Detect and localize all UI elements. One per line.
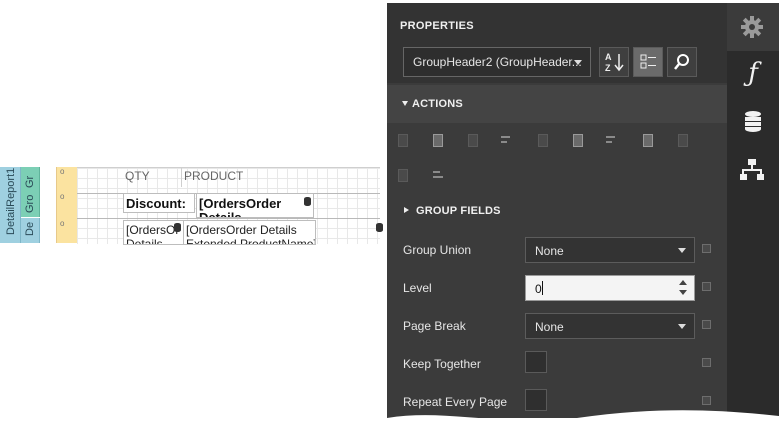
size-to-grid-icon[interactable] bbox=[643, 134, 653, 147]
properties-panel: PROPERTIES GroupHeader2 (GroupHeader... … bbox=[387, 3, 727, 418]
repeat-every-page-label: Repeat Every Page bbox=[403, 395, 508, 409]
align-left-icon[interactable] bbox=[398, 134, 408, 147]
band-marker-strip: o o o bbox=[56, 167, 78, 243]
settings-tab[interactable] bbox=[727, 3, 779, 51]
center-horizontally-icon[interactable] bbox=[678, 134, 688, 147]
orders-field-text: [OrdersOrder bbox=[199, 196, 282, 211]
group-union-value: None bbox=[535, 244, 564, 258]
align-middle-icon[interactable] bbox=[538, 134, 548, 147]
level-spin-input[interactable]: 0 bbox=[525, 275, 695, 301]
caret-right-icon[interactable] bbox=[404, 207, 409, 213]
spin-down-icon[interactable] bbox=[679, 290, 687, 295]
actions-section-label: ACTIONS bbox=[412, 98, 463, 110]
detail-field-2-text-line2: Extended.ProductName] bbox=[186, 237, 316, 245]
align-bottom-icon[interactable] bbox=[606, 136, 615, 138]
properties-header: PROPERTIES GroupHeader2 (GroupHeader... … bbox=[387, 3, 727, 83]
report-explorer-icon[interactable] bbox=[740, 158, 764, 187]
categorized-icon bbox=[640, 54, 656, 69]
component-selector-value: GroupHeader2 (GroupHeader... bbox=[413, 55, 582, 69]
product-header[interactable]: PRODUCT bbox=[184, 169, 243, 183]
paste-icon[interactable] bbox=[573, 134, 583, 147]
detail-band-strip[interactable]: De bbox=[21, 218, 40, 243]
discount-label[interactable]: Discount: bbox=[123, 193, 195, 213]
database-field-icon bbox=[304, 197, 311, 206]
group-band-label-b: Gr bbox=[24, 175, 36, 188]
align-top-icon[interactable] bbox=[501, 136, 510, 138]
group-fields-section-label[interactable]: GROUP FIELDS bbox=[416, 205, 501, 217]
database-icon[interactable] bbox=[743, 110, 763, 139]
orders-field-text-line2: Details bbox=[199, 210, 242, 218]
component-selector[interactable]: GroupHeader2 (GroupHeader... bbox=[403, 47, 591, 77]
properties-title: PROPERTIES bbox=[400, 20, 474, 32]
property-marker[interactable] bbox=[702, 358, 711, 367]
property-marker[interactable] bbox=[702, 396, 711, 405]
gear-icon bbox=[741, 16, 763, 38]
sort-alphabetical-button[interactable]: A Z bbox=[599, 47, 629, 77]
svg-text:A: A bbox=[605, 52, 612, 62]
group-union-select[interactable]: None bbox=[525, 237, 695, 263]
orders-field-box[interactable]: [OrdersOrder Details bbox=[196, 193, 314, 218]
page-break-select[interactable]: None bbox=[525, 313, 695, 339]
chevron-down-icon bbox=[678, 324, 686, 329]
text-cursor bbox=[542, 281, 543, 295]
detail-field-1[interactable]: [OrdersOr Details bbox=[123, 220, 184, 245]
search-button[interactable] bbox=[667, 47, 697, 77]
group-band-label-a: Gro bbox=[24, 194, 36, 213]
detail-field-2[interactable]: [OrdersOrder Details Extended.ProductNam… bbox=[183, 220, 316, 245]
group-union-label: Group Union bbox=[403, 243, 472, 257]
database-field-icon bbox=[174, 223, 181, 232]
page-break-value: None bbox=[535, 320, 564, 334]
keep-together-label: Keep Together bbox=[403, 357, 481, 371]
property-marker[interactable] bbox=[702, 282, 711, 291]
qty-header[interactable]: QTY bbox=[125, 169, 150, 183]
detail-report-band-label: DetailReport1 bbox=[5, 167, 17, 235]
chevron-down-icon bbox=[574, 60, 582, 65]
bring-to-front-icon[interactable] bbox=[433, 171, 440, 173]
detail-field-2-text: [OrdersOrder Details bbox=[186, 223, 297, 237]
center-vertically-icon[interactable] bbox=[398, 169, 408, 182]
caret-down-icon bbox=[402, 101, 408, 106]
spin-up-icon[interactable] bbox=[679, 280, 687, 285]
align-center-icon[interactable] bbox=[433, 134, 443, 147]
align-right-icon[interactable] bbox=[468, 134, 478, 147]
detail-field-1-text-line2: Details bbox=[126, 237, 163, 245]
report-design-surface[interactable]: DetailReport1 Gr Gro De o o o QTY PRODUC… bbox=[0, 0, 390, 429]
database-field-icon bbox=[376, 223, 383, 232]
detail-band-label: De bbox=[24, 221, 36, 236]
level-label: Level bbox=[403, 281, 432, 295]
categorized-button[interactable] bbox=[633, 47, 663, 77]
search-icon bbox=[674, 54, 689, 70]
sort-alphabetical-icon: A Z bbox=[605, 52, 624, 73]
function-icon[interactable]: ƒ bbox=[727, 58, 779, 88]
panel-wave-edge bbox=[387, 410, 779, 429]
detail-field-1-text: [OrdersOr bbox=[126, 223, 180, 237]
actions-section-header[interactable]: ACTIONS bbox=[387, 85, 727, 123]
property-marker[interactable] bbox=[702, 244, 711, 253]
ruler-gap bbox=[40, 167, 57, 243]
detail-report-band-strip[interactable]: DetailReport1 bbox=[0, 167, 21, 243]
svg-text:Z: Z bbox=[605, 63, 611, 73]
group-band-strip[interactable]: Gr Gro bbox=[21, 167, 40, 217]
chevron-down-icon bbox=[678, 248, 686, 253]
keep-together-checkbox[interactable] bbox=[525, 351, 547, 373]
property-marker[interactable] bbox=[702, 320, 711, 329]
level-value: 0 bbox=[535, 282, 542, 296]
page-break-label: Page Break bbox=[403, 319, 466, 333]
